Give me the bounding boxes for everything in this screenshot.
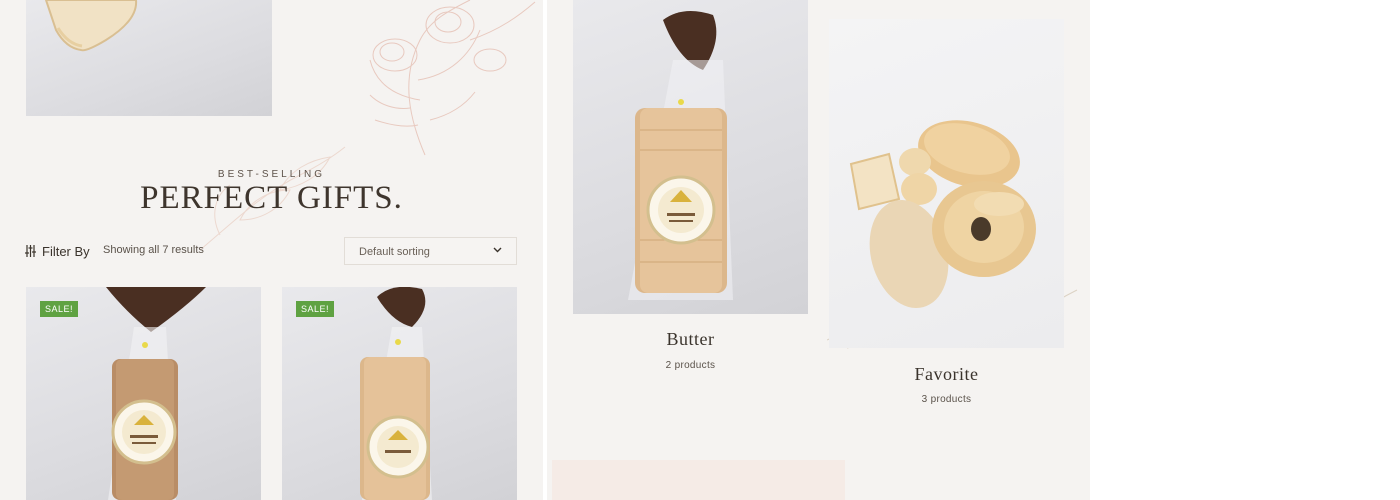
floral-decoration (369, 0, 536, 156)
whole-wheat-bread-photo (106, 287, 206, 500)
categories-panel: Butter 2 products Favorite 3 products (547, 0, 1090, 500)
promo-block (552, 460, 845, 500)
product-card-image[interactable]: SALE! (282, 287, 517, 500)
results-count: Showing all 7 results (103, 244, 204, 256)
butter-bread-photo (628, 11, 733, 300)
butter-bread-photo (360, 287, 432, 500)
top-product-image[interactable] (26, 0, 272, 116)
chevron-down-icon (493, 247, 502, 253)
shop-panel: BEST-SELLING PERFECT GIFTS. Filter By Sh… (0, 0, 543, 500)
bread-slice-illustration (44, 0, 138, 52)
sale-badge: SALE! (40, 301, 79, 317)
sort-dropdown[interactable]: Default sorting (344, 237, 517, 265)
filter-button[interactable]: Filter By (25, 242, 90, 260)
product-card-image[interactable]: SALE! (26, 287, 261, 500)
sort-value: Default sorting (359, 246, 430, 258)
category-card-image[interactable] (829, 19, 1064, 348)
filter-label: Filter By (42, 243, 90, 259)
assorted-bread-photo (849, 120, 1036, 309)
category-count: 2 products (665, 360, 716, 371)
sale-badge: SALE! (296, 301, 335, 317)
section-title: PERFECT GIFTS. (140, 180, 403, 216)
section-eyebrow: BEST-SELLING (217, 169, 326, 180)
category-title[interactable]: Favorite (829, 364, 1064, 385)
category-count: 3 products (921, 394, 972, 405)
category-card-image[interactable] (573, 0, 808, 314)
sliders-icon (25, 245, 36, 257)
category-title[interactable]: Butter (573, 329, 808, 350)
